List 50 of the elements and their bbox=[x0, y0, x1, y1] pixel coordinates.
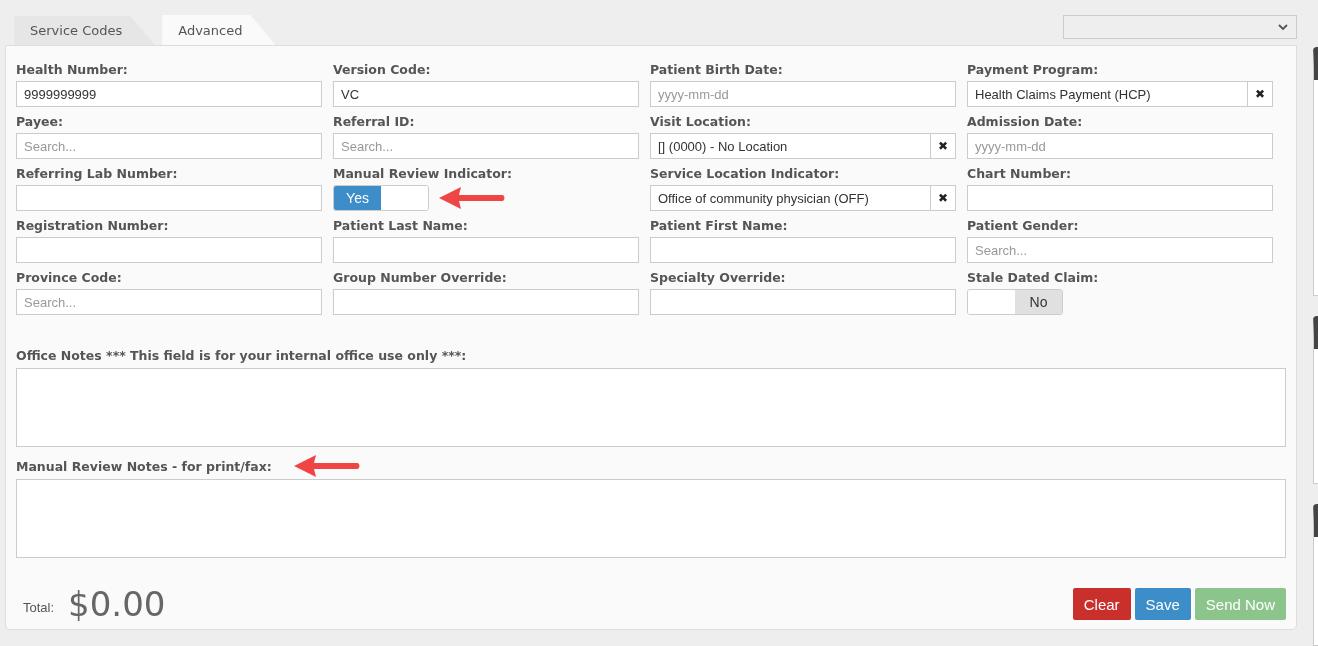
toggle-switch[interactable]: No bbox=[967, 289, 1063, 315]
clear-button[interactable]: ✖ bbox=[930, 186, 955, 210]
annotation-arrow-icon bbox=[437, 185, 507, 211]
field-label: Registration Number: bbox=[16, 217, 170, 234]
field-label: Payment Program: bbox=[967, 61, 1100, 78]
dropdown[interactable] bbox=[1063, 15, 1297, 39]
field-label: Office Notes *** This field is for your internal office use only ***: bbox=[16, 346, 467, 364]
input-field[interactable] bbox=[333, 289, 639, 315]
select-field[interactable]: Office of community physician (OFF) ✖ bbox=[650, 185, 956, 211]
input-field[interactable] bbox=[333, 237, 639, 263]
input-field[interactable] bbox=[967, 185, 1273, 211]
field-label: Version Code: bbox=[333, 61, 432, 78]
field-label: Patient Birth Date: bbox=[650, 61, 784, 78]
input-field[interactable] bbox=[16, 185, 322, 211]
input-field[interactable]: 9999999999 bbox=[16, 81, 322, 107]
field-label: Patient Last Name: bbox=[333, 217, 469, 234]
field-label: Patient Gender: bbox=[967, 217, 1080, 234]
tab[interactable]: Advanced bbox=[162, 15, 276, 45]
field-label: Province Code: bbox=[16, 269, 123, 286]
field-label: Visit Location: bbox=[650, 113, 752, 130]
toggle-switch[interactable]: Yes bbox=[333, 185, 429, 211]
action-button[interactable]: Save bbox=[1134, 588, 1191, 620]
field-label: Patient First Name: bbox=[650, 217, 789, 234]
field-label: Payee: bbox=[16, 113, 64, 130]
select-field[interactable]: [] (0000) - No Location ✖ bbox=[650, 133, 956, 159]
input-field[interactable] bbox=[16, 237, 322, 263]
tab[interactable]: Service Codes bbox=[14, 16, 156, 45]
field-label: Manual Review Indicator: bbox=[333, 165, 513, 182]
input-field[interactable] bbox=[650, 289, 956, 315]
field-label: Referral ID: bbox=[333, 113, 416, 130]
field-label: Stale Dated Claim: bbox=[967, 269, 1100, 286]
total-amount: $0.00 bbox=[68, 584, 166, 624]
input-field[interactable] bbox=[650, 237, 956, 263]
field-label: Group Number Override: bbox=[333, 269, 508, 286]
field-label: Admission Date: bbox=[967, 113, 1084, 130]
clear-button[interactable]: ✖ bbox=[930, 134, 955, 158]
field-label: Specialty Override: bbox=[650, 269, 787, 286]
action-button[interactable]: Clear bbox=[1072, 588, 1131, 620]
select-field[interactable]: Health Claims Payment (HCP) ✖ bbox=[967, 81, 1273, 107]
field-label: Referring Lab Number: bbox=[16, 165, 179, 182]
field-label: Service Location Indicator: bbox=[650, 165, 841, 182]
text-area[interactable] bbox=[16, 479, 1286, 558]
field-label: Chart Number: bbox=[967, 165, 1072, 182]
clear-button[interactable]: ✖ bbox=[1247, 82, 1272, 106]
text-area[interactable] bbox=[16, 368, 1286, 447]
field-label: Manual Review Notes - for print/fax: bbox=[16, 457, 272, 475]
field-label: Health Number: bbox=[16, 61, 129, 78]
chevron-down-icon bbox=[1278, 23, 1288, 31]
total-label: Total: bbox=[23, 599, 55, 615]
input-field[interactable]: VC bbox=[333, 81, 639, 107]
